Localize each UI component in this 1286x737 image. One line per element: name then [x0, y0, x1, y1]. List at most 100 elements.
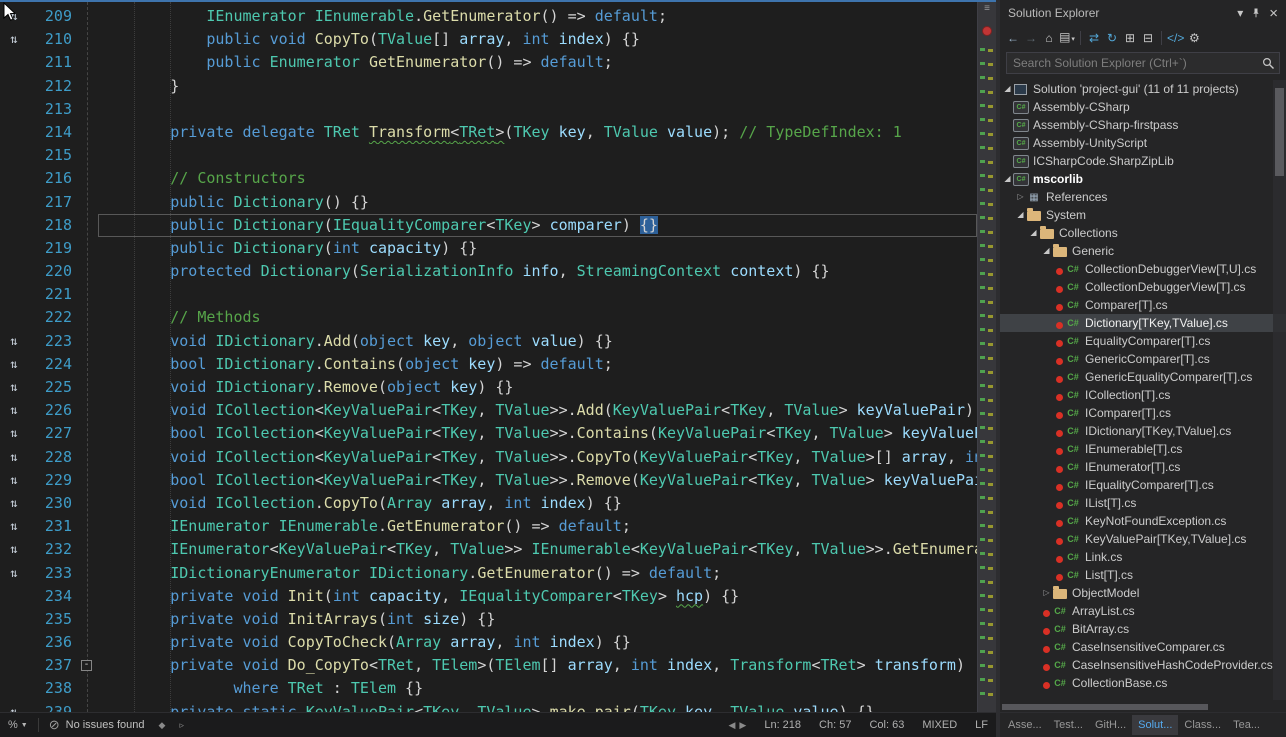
tree-item[interactable]: C#GenericComparer[T].cs: [1000, 350, 1286, 368]
code-line[interactable]: 236 private void CopyToCheck(Array array…: [0, 631, 977, 654]
splitter-grip-icon[interactable]: ≡: [978, 3, 996, 14]
code-text[interactable]: IEnumerator<KeyValuePair<TKey, TValue>> …: [98, 538, 977, 561]
tree-item[interactable]: C#KeyValuePair[TKey,TValue].cs: [1000, 530, 1286, 548]
code-text[interactable]: bool ICollection<KeyValuePair<TKey, TVal…: [98, 469, 977, 492]
tree-item[interactable]: ▷ObjectModel: [1000, 584, 1286, 602]
tree-item[interactable]: C#Dictionary[TKey,TValue].cs: [1000, 314, 1286, 332]
line-number[interactable]: 221: [28, 283, 76, 306]
code-line[interactable]: 217 public Dictionary() {}: [0, 191, 977, 214]
tree-item[interactable]: C#IComparer[T].cs: [1000, 404, 1286, 422]
line-number[interactable]: 228: [28, 446, 76, 469]
tree-horizontal-scrollbar[interactable]: [1000, 702, 1286, 712]
implements-glyph-icon[interactable]: ⇅: [0, 330, 28, 353]
line-number[interactable]: 232: [28, 538, 76, 561]
code-line[interactable]: 212 }: [0, 75, 977, 98]
line-number[interactable]: 216: [28, 167, 76, 190]
expander-open-icon[interactable]: ◢: [1002, 170, 1013, 188]
code-text[interactable]: public void CopyTo(TValue[] array, int i…: [98, 28, 977, 51]
expander-open-icon[interactable]: ◢: [1041, 242, 1052, 260]
line-number[interactable]: 239: [28, 701, 76, 712]
tree-item[interactable]: ◢C#mscorlib: [1000, 170, 1286, 188]
code-line[interactable]: ⇅228 void ICollection<KeyValuePair<TKey,…: [0, 446, 977, 469]
tool-window-tab[interactable]: GitH...: [1089, 715, 1132, 735]
tree-item[interactable]: C#ICollection[T].cs: [1000, 386, 1286, 404]
search-icon[interactable]: [1262, 57, 1275, 70]
implements-glyph-icon[interactable]: [0, 585, 28, 608]
line-number[interactable]: 233: [28, 562, 76, 585]
implements-glyph-icon[interactable]: [0, 75, 28, 98]
sync-with-active-document-icon[interactable]: ⇄: [1085, 27, 1103, 49]
code-line[interactable]: 220 protected Dictionary(SerializationIn…: [0, 260, 977, 283]
line-number[interactable]: 235: [28, 608, 76, 631]
implements-glyph-icon[interactable]: ⇅: [0, 376, 28, 399]
tree-item[interactable]: C#BitArray.cs: [1000, 620, 1286, 638]
back-icon[interactable]: ←: [1004, 27, 1022, 49]
implements-glyph-icon[interactable]: ⇅: [0, 353, 28, 376]
code-text[interactable]: private void Init(int capacity, IEqualit…: [98, 585, 977, 608]
code-line[interactable]: 211 public Enumerator GetEnumerator() =>…: [0, 51, 977, 74]
scrollbar-thumb[interactable]: [1275, 88, 1284, 176]
line-number[interactable]: 234: [28, 585, 76, 608]
implements-glyph-icon[interactable]: ⇅: [0, 469, 28, 492]
code-text[interactable]: IEnumerator IEnumerable.GetEnumerator() …: [98, 5, 977, 28]
code-line[interactable]: ⇅224 bool IDictionary.Contains(object ke…: [0, 353, 977, 376]
editor-scrollbar[interactable]: ≡: [977, 2, 996, 712]
code-text[interactable]: public Dictionary() {}: [98, 191, 977, 214]
implements-glyph-icon[interactable]: [0, 677, 28, 700]
implements-glyph-icon[interactable]: [0, 608, 28, 631]
tool-window-tab[interactable]: Test...: [1048, 715, 1089, 735]
tree-item[interactable]: C#CaseInsensitiveComparer.cs: [1000, 638, 1286, 656]
code-text[interactable]: private delegate TRet Transform<TRet>(TK…: [98, 121, 977, 144]
line-number[interactable]: 238: [28, 677, 76, 700]
code-line[interactable]: 215: [0, 144, 977, 167]
code-line[interactable]: 218 public Dictionary(IEqualityComparer<…: [0, 214, 977, 237]
code-text[interactable]: IDictionaryEnumerator IDictionary.GetEnu…: [98, 562, 977, 585]
document-health-icon[interactable]: ⊘: [49, 717, 60, 733]
code-text[interactable]: bool IDictionary.Contains(object key) =>…: [98, 353, 977, 376]
tree-item[interactable]: ▷▦References: [1000, 188, 1286, 206]
code-text[interactable]: bool ICollection<KeyValuePair<TKey, TVal…: [98, 422, 977, 445]
implements-glyph-icon[interactable]: [0, 283, 28, 306]
show-all-files-icon[interactable]: ⊞: [1121, 27, 1139, 49]
line-number[interactable]: 212: [28, 75, 76, 98]
tree-item[interactable]: C#IDictionary[TKey,TValue].cs: [1000, 422, 1286, 440]
view-code-icon[interactable]: </>: [1166, 27, 1185, 49]
code-text[interactable]: void IDictionary.Remove(object key) {}: [98, 376, 977, 399]
implements-glyph-icon[interactable]: ⇅: [0, 446, 28, 469]
tree-item[interactable]: C#Link.cs: [1000, 548, 1286, 566]
code-line[interactable]: 221: [0, 283, 977, 306]
implements-glyph-icon[interactable]: [0, 191, 28, 214]
line-number[interactable]: 220: [28, 260, 76, 283]
implements-glyph-icon[interactable]: [0, 121, 28, 144]
code-line[interactable]: 216 // Constructors: [0, 167, 977, 190]
code-text[interactable]: public Dictionary(int capacity) {}: [98, 237, 977, 260]
code-line[interactable]: 214 private delegate TRet Transform<TRet…: [0, 121, 977, 144]
expander-open-icon[interactable]: ◢: [1028, 224, 1039, 242]
implements-glyph-icon[interactable]: [0, 98, 28, 121]
code-text[interactable]: private void Do_CopyTo<TRet, TElem>(TEle…: [98, 654, 977, 677]
implements-glyph-icon[interactable]: [0, 214, 28, 237]
implements-glyph-icon[interactable]: [0, 144, 28, 167]
code-line[interactable]: 219 public Dictionary(int capacity) {}: [0, 237, 977, 260]
expander-closed-icon[interactable]: ▷: [1041, 584, 1052, 602]
collapse-all-icon[interactable]: ⊟: [1139, 27, 1157, 49]
tool-window-tab[interactable]: Solut...: [1132, 715, 1178, 735]
code-text[interactable]: protected Dictionary(SerializationInfo i…: [98, 260, 977, 283]
line-number[interactable]: 211: [28, 51, 76, 74]
code-line[interactable]: ⇅230 void ICollection.CopyTo(Array array…: [0, 492, 977, 515]
tree-item[interactable]: C#KeyNotFoundException.cs: [1000, 512, 1286, 530]
code-line[interactable]: ⇅223 void IDictionary.Add(object key, ob…: [0, 330, 977, 353]
implements-glyph-icon[interactable]: ⇅: [0, 5, 28, 28]
tree-item[interactable]: C#GenericEqualityComparer[T].cs: [1000, 368, 1286, 386]
code-text[interactable]: private void CopyToCheck(Array array, in…: [98, 631, 977, 654]
tree-item[interactable]: ◢Generic: [1000, 242, 1286, 260]
implements-glyph-icon[interactable]: [0, 51, 28, 74]
window-menu-icon[interactable]: ▾: [1237, 6, 1243, 20]
forward-icon[interactable]: →: [1022, 27, 1040, 49]
code-text[interactable]: [98, 144, 977, 167]
tree-item[interactable]: C#Assembly-CSharp-firstpass: [1000, 116, 1286, 134]
tree-item[interactable]: C#CollectionDebuggerView[T,U].cs: [1000, 260, 1286, 278]
tree-item[interactable]: C#ArrayList.cs: [1000, 602, 1286, 620]
tree-item[interactable]: ◢Solution 'project-gui' (11 of 11 projec…: [1000, 80, 1286, 98]
scroll-left-icon[interactable]: ◀: [728, 720, 735, 731]
